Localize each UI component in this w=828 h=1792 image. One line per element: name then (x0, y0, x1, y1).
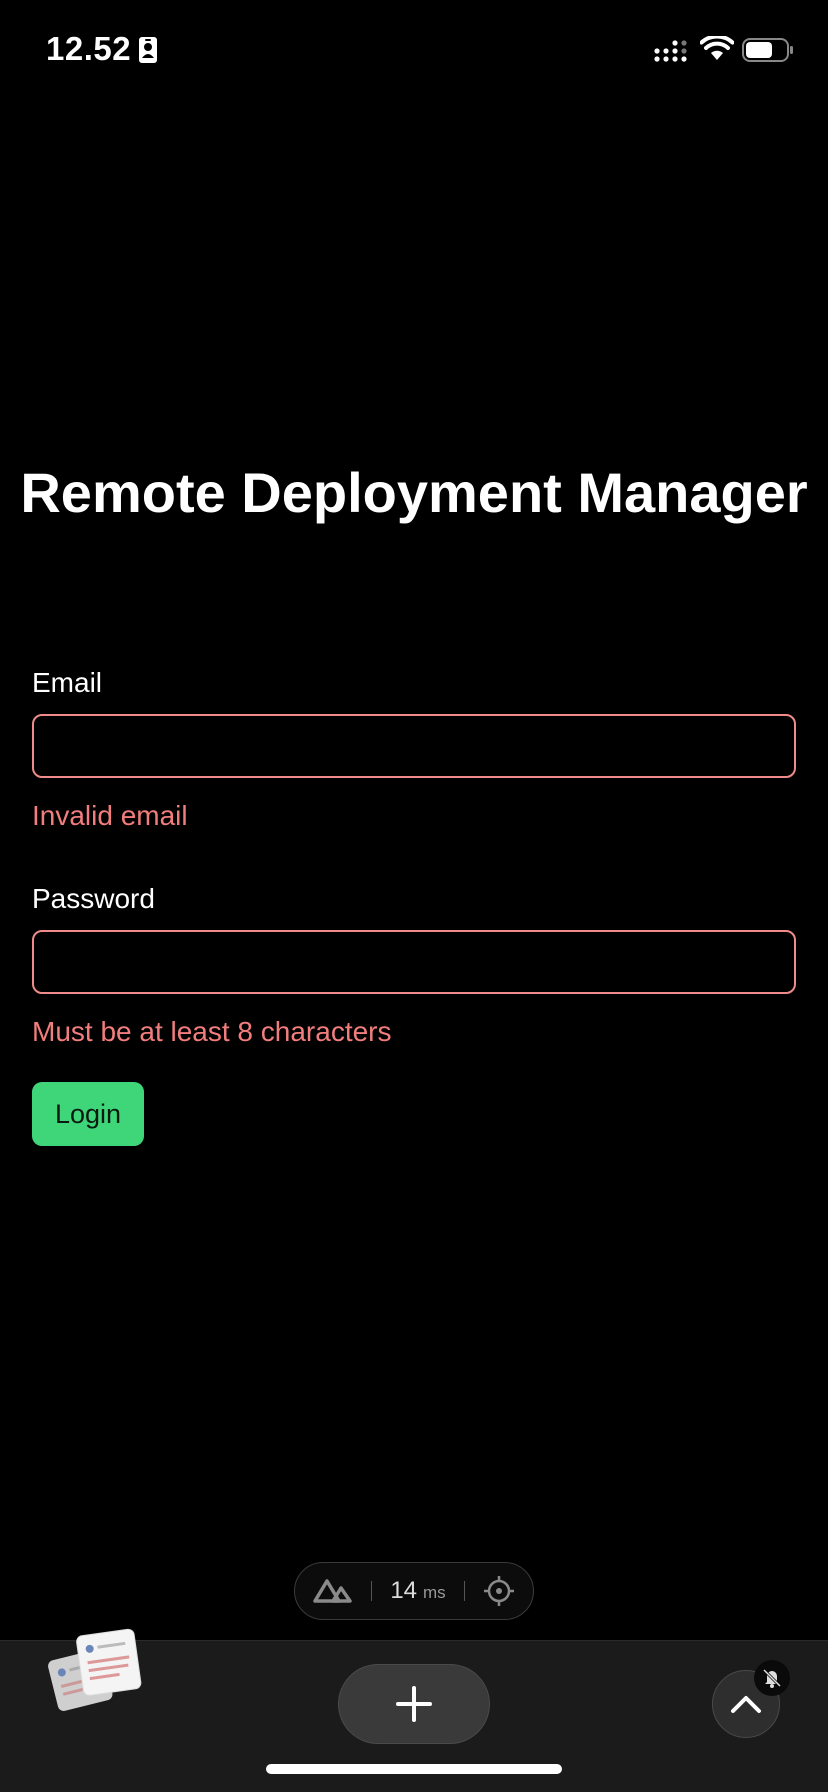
login-form: Email Invalid email Password Must be at … (32, 662, 796, 1146)
crosshair-icon[interactable] (483, 1575, 515, 1607)
nuxt-logo-icon[interactable] (313, 1578, 353, 1604)
plus-icon (396, 1686, 432, 1722)
muted-badge (754, 1660, 790, 1696)
email-error: Invalid email (32, 800, 188, 831)
page-title: Remote Deployment Manager (20, 461, 808, 524)
email-field[interactable] (32, 714, 796, 778)
render-timing: 14 ms (390, 1577, 445, 1605)
login-button[interactable]: Login (32, 1082, 144, 1146)
id-badge-icon (139, 37, 157, 63)
chevron-up-icon (731, 1696, 761, 1713)
cellular-signal-icon (654, 40, 687, 62)
password-field[interactable] (32, 930, 796, 994)
timing-value: 14 (390, 1577, 418, 1604)
battery-icon (742, 38, 793, 62)
new-tab-button[interactable] (338, 1664, 490, 1744)
timing-unit: ms (423, 1583, 446, 1602)
dev-toolbar[interactable]: 14 ms (294, 1562, 534, 1620)
wifi-icon (700, 36, 734, 60)
screen: 12.52 Remote Deployment Manager Email In… (0, 0, 828, 1792)
muted-icon (762, 1668, 782, 1688)
status-bar: 12.52 (0, 0, 828, 100)
divider (463, 1581, 465, 1601)
status-time: 12.52 (46, 30, 132, 67)
tab-thumbnails[interactable] (46, 1624, 146, 1716)
password-label: Password (32, 883, 155, 914)
home-indicator (266, 1764, 562, 1774)
divider (371, 1581, 373, 1601)
password-error: Must be at least 8 characters (32, 1016, 392, 1047)
email-label: Email (32, 667, 103, 698)
